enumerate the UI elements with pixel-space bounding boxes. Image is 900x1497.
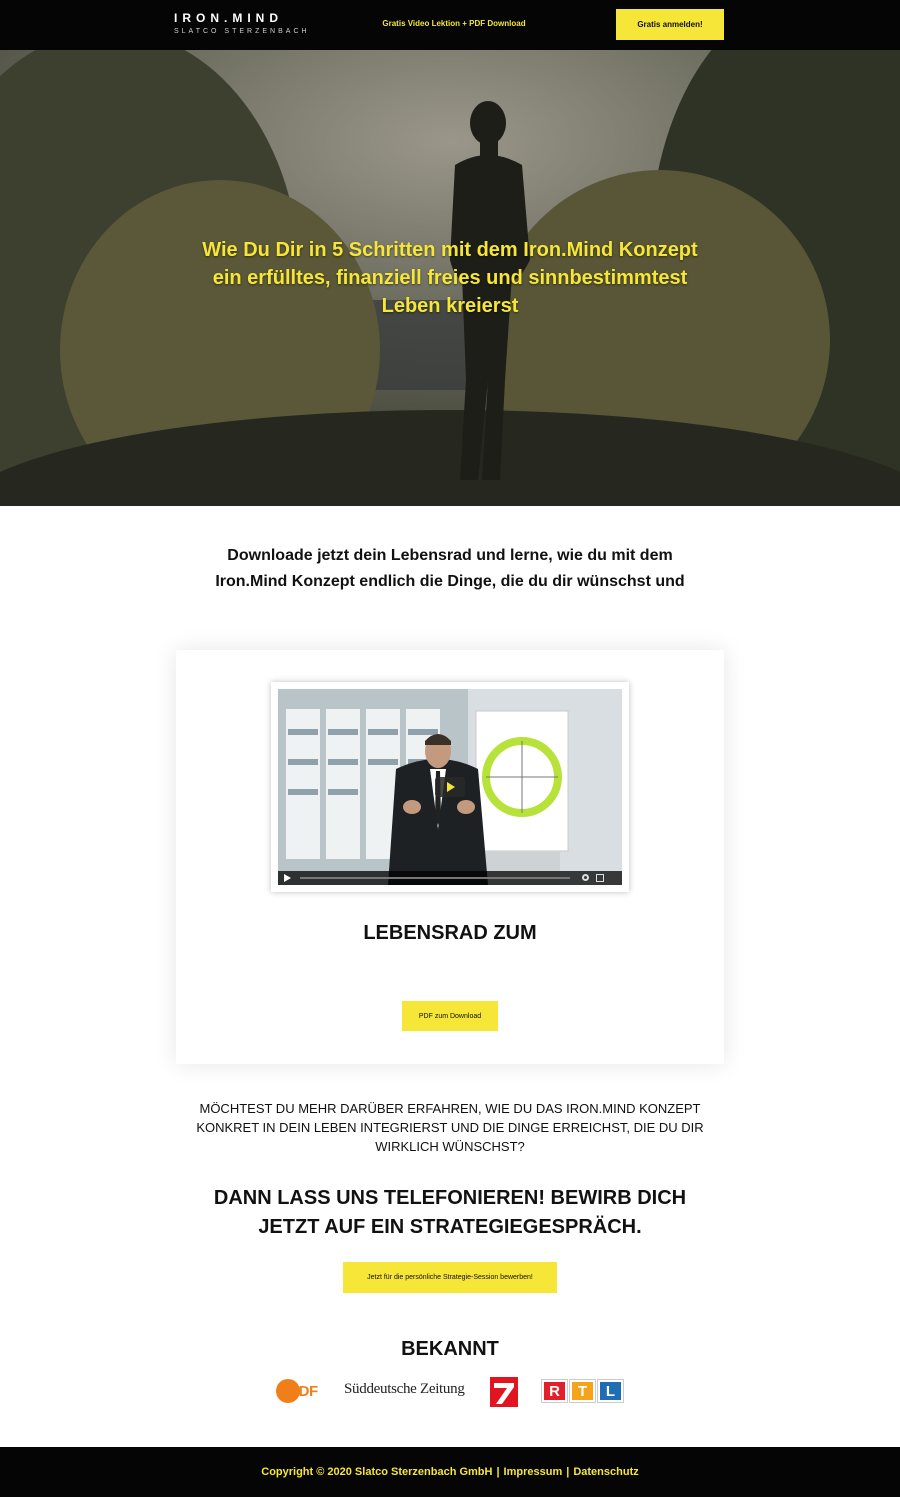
footer: Copyright © 2020 Slatco Sterzenbach GmbH… xyxy=(0,1447,900,1497)
footer-imprint-link[interactable]: Impressum xyxy=(504,1466,563,1478)
rtl-logo: R T L xyxy=(541,1379,624,1403)
sueddeutsche-zeitung-logo: Süddeutsche Zeitung xyxy=(344,1381,465,1397)
rtl-logo-l: L xyxy=(597,1379,624,1403)
zdf-logo: ZDF xyxy=(276,1377,322,1405)
zdf-logo-text: ZDF xyxy=(290,1383,318,1400)
known-from-heading: BEKANNT xyxy=(401,1338,499,1360)
rtl-logo-t: T xyxy=(569,1379,596,1403)
hero-section: Wie Du Dir in 5 Schritten mit dem Iron.M… xyxy=(0,50,900,506)
logo-sub-text: SLATCO STERZENBACH xyxy=(174,28,310,35)
footer-separator: | xyxy=(566,1466,570,1478)
fullscreen-icon[interactable] xyxy=(596,874,604,882)
video-controls xyxy=(278,871,622,885)
brand-logo[interactable]: IRON.MIND SLATCO STERZENBACH xyxy=(174,11,310,37)
footer-privacy-link[interactable]: Datenschutz xyxy=(573,1466,638,1478)
video-play-button[interactable] xyxy=(435,777,465,797)
intro-text: Downloade jetzt dein Lebensrad und lerne… xyxy=(215,547,685,590)
media-logos: ZDF Süddeutsche Zeitung R T L xyxy=(270,1372,630,1412)
hero-heading: Wie Du Dir in 5 Schritten mit dem Iron.M… xyxy=(202,239,698,317)
video-progress-bar[interactable] xyxy=(300,877,570,879)
pdf-download-button[interactable]: PDF zum Download xyxy=(402,1001,498,1031)
prosieben-logo xyxy=(490,1377,518,1407)
logo-main-text: IRON.MIND xyxy=(174,11,283,25)
signup-button[interactable]: Gratis anmelden! xyxy=(616,9,724,40)
video-frame[interactable] xyxy=(278,689,622,885)
rtl-logo-r: R xyxy=(541,1379,568,1403)
question-text: Möchtest du mehr darüber erfahren, wie d… xyxy=(196,1101,704,1154)
play-icon[interactable] xyxy=(284,874,291,882)
footer-copyright: Copyright © 2020 Slatco Sterzenbach GmbH xyxy=(261,1466,493,1478)
card-title: LEBENSRAD ZUM xyxy=(363,922,537,944)
call-heading: DANN LASS UNS TELEFONIEREN! BEWIRB DICH … xyxy=(213,1187,687,1238)
settings-icon[interactable] xyxy=(582,874,589,881)
strategy-session-button[interactable]: Jetzt für die persönliche Strategie-Sess… xyxy=(343,1262,557,1293)
top-bar: IRON.MIND SLATCO STERZENBACH Gratis Vide… xyxy=(0,0,900,50)
top-offer-text: Gratis Video Lektion + PDF Download xyxy=(382,19,526,28)
download-card: LEBENSRAD ZUM PDF zum Download xyxy=(176,650,724,1064)
footer-separator: | xyxy=(496,1466,500,1478)
video-player[interactable] xyxy=(271,682,629,892)
